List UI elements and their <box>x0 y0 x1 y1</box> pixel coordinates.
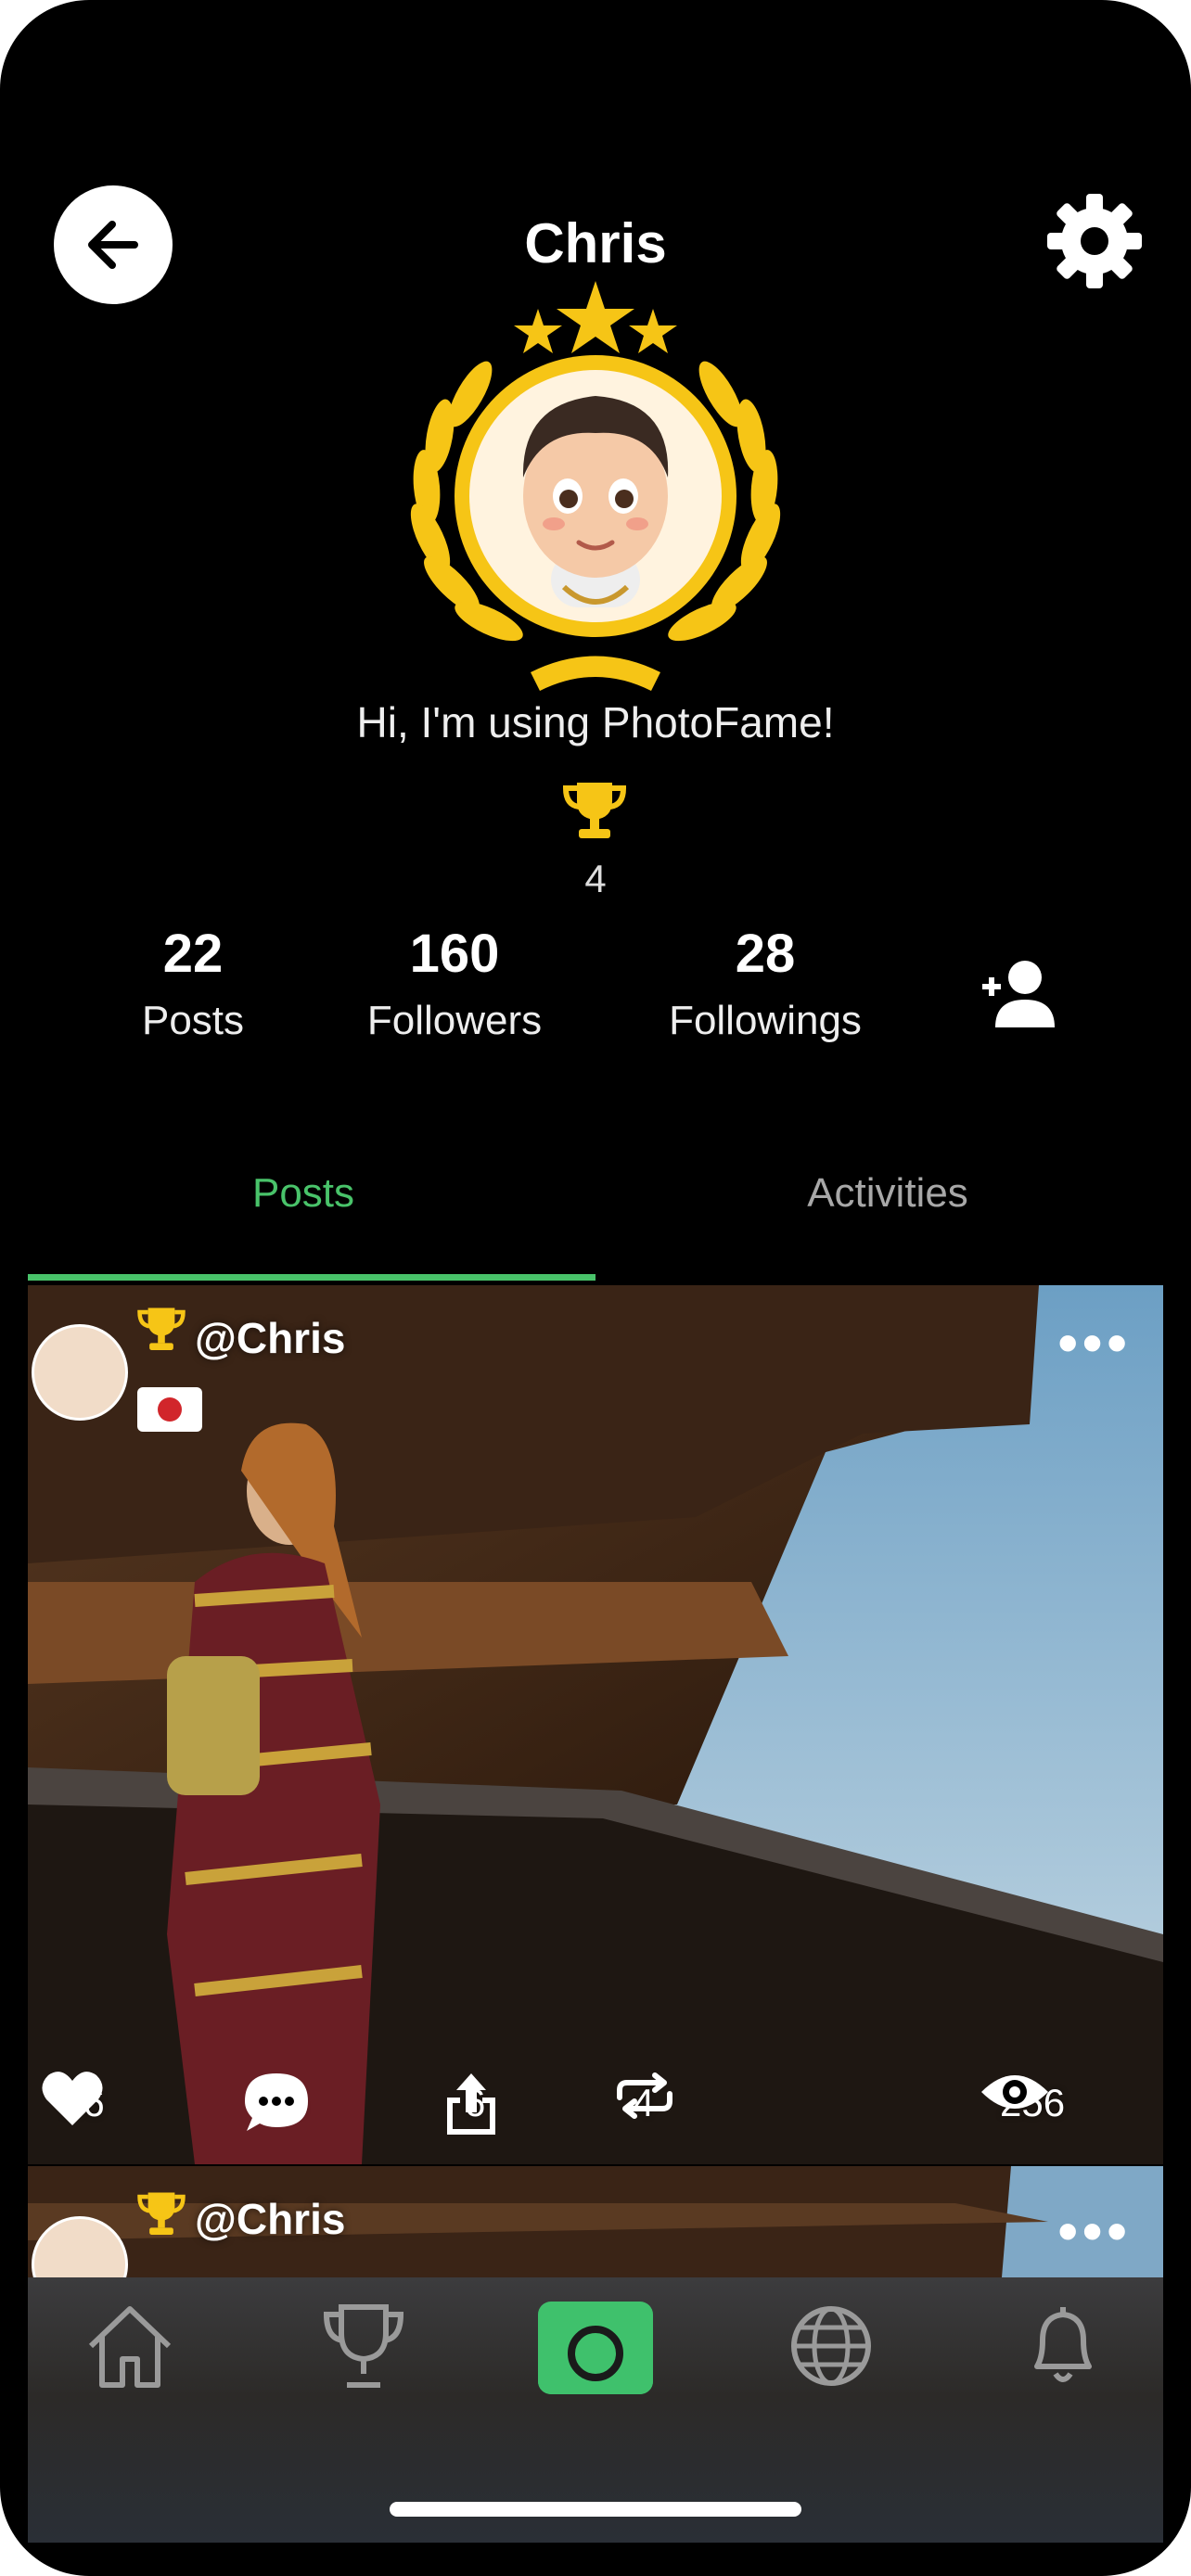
stat-followers[interactable]: 160 Followers <box>334 923 575 1044</box>
like-button[interactable]: 26 <box>41 2070 105 2136</box>
stat-label: Posts <box>141 998 245 1043</box>
add-user-icon[interactable] <box>979 953 1057 1031</box>
tab-activities[interactable]: Activities <box>590 1170 1185 1217</box>
repost-icon <box>617 2072 672 2119</box>
repost-button[interactable]: 4 <box>612 2070 672 2136</box>
stat-value: 160 <box>409 924 500 984</box>
post-card[interactable]: @Chris ••• <box>28 2166 1163 2277</box>
stat-label: Followers <box>366 998 543 1043</box>
app-screen: Chris Hi, I'm using PhotoFame! 4 22 Post… <box>0 0 1191 2576</box>
heart-icon <box>42 2072 103 2125</box>
profile-name: Chris <box>524 212 667 274</box>
comment-icon <box>245 2073 308 2131</box>
stat-label: Followings <box>669 998 862 1043</box>
share-button[interactable]: 6 <box>443 2070 495 2136</box>
home-indicator <box>390 2502 801 2517</box>
trophy-icon <box>562 783 627 838</box>
profile-bio: Hi, I'm using PhotoFame! <box>356 698 835 746</box>
globe-icon[interactable] <box>785 2300 877 2392</box>
eye-icon <box>981 2075 1048 2109</box>
trophy-count: 4 <box>584 857 607 900</box>
post-card[interactable]: @Chris ••• 26 16 6 4 <box>28 1285 1163 2164</box>
trophy-icon <box>137 1307 186 1350</box>
japan-flag-icon <box>137 1387 202 1432</box>
profile-avatar <box>410 281 781 691</box>
stat-followings[interactable]: 28 Followings <box>631 923 900 1044</box>
trophy-icon[interactable] <box>317 2300 410 2392</box>
trophy-icon <box>137 2192 186 2235</box>
post-avatar[interactable] <box>32 1324 128 1421</box>
camera-button[interactable] <box>538 2302 653 2394</box>
post-username[interactable]: @Chris <box>195 1313 345 1363</box>
more-options-icon[interactable]: ••• <box>1057 2201 1131 2261</box>
active-tab-indicator <box>28 1274 596 1281</box>
stat-value: 22 <box>162 924 224 984</box>
gear-icon[interactable] <box>1044 190 1146 292</box>
more-options-icon[interactable]: ••• <box>1057 1313 1131 1372</box>
bell-icon[interactable] <box>1017 2300 1109 2392</box>
stat-value: 28 <box>735 924 796 984</box>
views: 256 <box>980 2070 1065 2136</box>
comment-button[interactable]: 16 <box>243 2070 308 2136</box>
post-username[interactable]: @Chris <box>195 2194 345 2244</box>
tab-posts[interactable]: Posts <box>6 1170 601 1217</box>
home-icon[interactable] <box>83 2300 176 2392</box>
share-icon <box>447 2073 495 2135</box>
stat-posts[interactable]: 22 Posts <box>100 923 286 1044</box>
camera-icon <box>538 2302 653 2394</box>
